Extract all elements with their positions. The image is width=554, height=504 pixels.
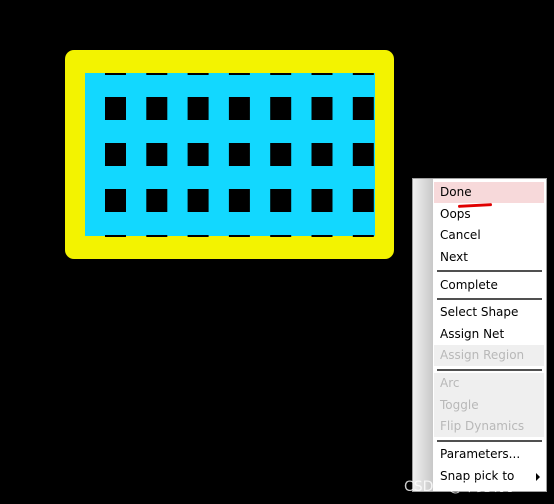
submenu-arrow-icon <box>536 473 540 481</box>
hole <box>105 143 126 166</box>
hole <box>311 97 333 120</box>
hole-edge <box>352 235 374 237</box>
hole-edge <box>270 73 292 75</box>
hole <box>352 143 374 166</box>
menu-item-assign-net[interactable]: Assign Net <box>434 324 544 345</box>
menu-separator <box>437 270 542 272</box>
menu-item-next[interactable]: Next <box>434 247 544 268</box>
hole-edge <box>311 73 333 75</box>
hole-edge <box>270 235 292 237</box>
menu-item-label: Done <box>440 185 472 199</box>
hole <box>228 143 250 166</box>
hole-edge <box>105 235 126 237</box>
hole <box>270 189 292 212</box>
hole-edge <box>146 235 168 237</box>
hole <box>146 189 168 212</box>
context-menu: Done Oops Cancel Next Complete Select Sh… <box>412 178 547 492</box>
menu-item-done[interactable]: Done <box>434 182 544 208</box>
hole-edge <box>311 235 333 237</box>
menu-item-flip-dynamics: Flip Dynamics <box>440 419 525 433</box>
menu-item-cancel[interactable]: Cancel <box>434 225 544 246</box>
hole-edge <box>352 73 374 75</box>
hole <box>105 97 126 120</box>
menu-gutter <box>413 179 433 491</box>
menu-item-assign-region: Assign Region <box>434 345 544 366</box>
hole <box>187 143 209 166</box>
menu-separator <box>437 369 542 371</box>
hole-edge <box>228 235 250 237</box>
hole <box>311 189 333 212</box>
hole-edge <box>105 73 126 75</box>
menu-item-oops[interactable]: Oops <box>434 204 544 225</box>
menu-item-toggle: Toggle <box>440 398 479 412</box>
menu-item-parameters[interactable]: Parameters... <box>434 444 544 465</box>
hole-edge <box>146 73 168 75</box>
hole <box>270 143 292 166</box>
hole-edge <box>187 235 209 237</box>
hole <box>228 189 250 212</box>
hole <box>187 189 209 212</box>
hole-edge <box>187 73 209 75</box>
hole <box>105 189 126 212</box>
hole <box>228 97 250 120</box>
hole <box>146 97 168 120</box>
watermark: CSDN @不竟明了 <box>404 479 519 495</box>
hole <box>146 143 168 166</box>
menu-item-select-shape[interactable]: Select Shape <box>434 302 544 323</box>
menu-separator <box>437 298 542 300</box>
hole <box>352 189 374 212</box>
hole <box>311 143 333 166</box>
hole-edge <box>228 73 250 75</box>
hole <box>352 97 374 120</box>
menu-item-complete[interactable]: Complete <box>434 275 544 296</box>
hole <box>270 97 292 120</box>
menu-separator <box>437 440 542 442</box>
hole <box>187 97 209 120</box>
